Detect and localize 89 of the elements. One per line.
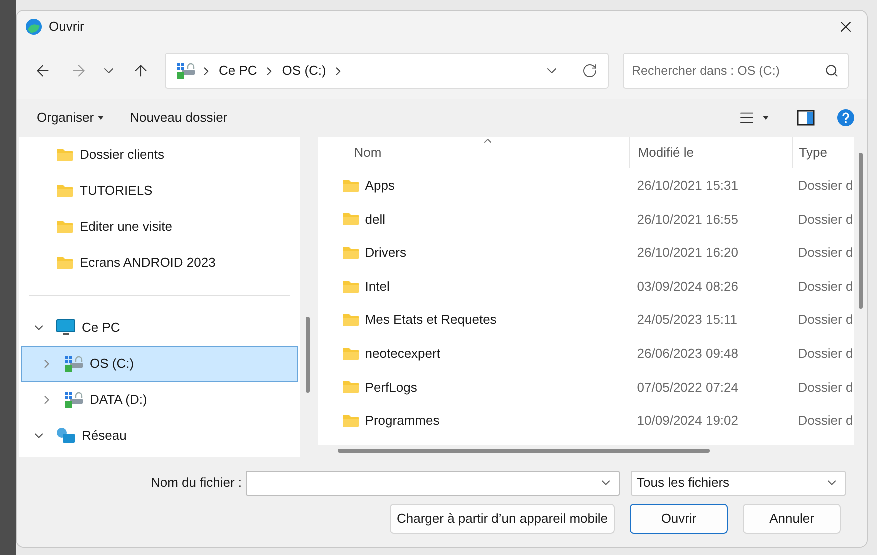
- quick-access-item[interactable]: TUTORIELS: [19, 173, 300, 209]
- network-icon: [56, 427, 76, 445]
- file-type: Dossier d: [797, 412, 854, 430]
- drive-icon: [64, 391, 84, 409]
- folder-icon: [342, 246, 360, 260]
- column-header[interactable]: Nom: [318, 137, 630, 168]
- search-icon: [825, 64, 839, 78]
- help-icon[interactable]: [837, 109, 855, 127]
- window-title: Ouvrir: [49, 18, 84, 36]
- file-type: Dossier d: [797, 210, 854, 229]
- column-header[interactable]: Modifié le: [629, 137, 792, 168]
- folder-icon: [342, 313, 360, 328]
- folder-icon: [56, 148, 74, 162]
- dialog-button[interactable]: Ouvrir: [630, 504, 728, 534]
- folder-label: Ecrans ANDROID 2023: [80, 254, 216, 272]
- filename-label: Nom du fichier :: [151, 474, 242, 492]
- modified-date: 26/10/2021 16:20: [636, 244, 740, 262]
- modified-date: 10/09/2024 19:02: [636, 412, 740, 430]
- tree-item[interactable]: OS (C:): [21, 346, 298, 382]
- file-row[interactable]: Programmes 10/09/2024 19:02 Dossier d: [318, 404, 854, 438]
- file-name: Apps: [365, 177, 395, 196]
- search-field[interactable]: Rechercher dans : OS (C:): [623, 53, 849, 89]
- file-name: neotecexpert: [365, 345, 440, 364]
- folder-icon: [56, 256, 74, 270]
- new-folder-button[interactable]: Nouveau dossier: [122, 104, 236, 132]
- folder-label: Editer une visite: [80, 218, 172, 236]
- tree-item[interactable]: DATA (D:): [21, 382, 298, 418]
- file-row[interactable]: PerfLogs 07/05/2022 07:24 Dossier d: [318, 370, 854, 404]
- folder-icon: [342, 380, 360, 394]
- folder-icon: [342, 280, 360, 294]
- file-row[interactable]: Drivers 26/10/2021 16:20 Dossier d: [318, 236, 854, 270]
- file-row[interactable]: dell 26/10/2021 16:55 Dossier d: [318, 202, 854, 236]
- address-bar[interactable]: Ce PC OS (C:): [165, 53, 609, 89]
- breadcrumb-item[interactable]: OS (C:): [280, 61, 328, 81]
- dialog-button[interactable]: Annuler: [743, 504, 842, 534]
- file-type: Dossier d: [797, 345, 854, 364]
- file-type: Dossier d: [797, 177, 854, 196]
- file-row[interactable]: neotecexpert 26/06/2023 09:48 Dossier d: [318, 336, 854, 371]
- modified-date: 26/10/2021 15:31: [636, 177, 740, 196]
- tree-item[interactable]: Ce PC: [21, 310, 298, 346]
- file-type: Dossier d: [797, 311, 854, 330]
- file-name: Drivers: [365, 244, 406, 262]
- file-name: Programmes: [365, 412, 440, 430]
- file-name: PerfLogs: [365, 378, 418, 397]
- scrollbar-thumb[interactable]: [306, 317, 310, 393]
- tree-label: OS (C:): [90, 355, 134, 374]
- folder-icon: [342, 212, 360, 226]
- quick-access-item[interactable]: Dossier clients: [19, 137, 300, 173]
- scrollbar-thumb[interactable]: [858, 153, 863, 309]
- monitor-icon: [56, 319, 76, 337]
- tree-item[interactable]: Réseau: [21, 418, 298, 454]
- folder-icon: [342, 178, 360, 193]
- folder-icon: [342, 414, 360, 428]
- folder-label: Dossier clients: [80, 146, 165, 164]
- file-name: dell: [365, 210, 386, 229]
- breadcrumb-item[interactable]: Ce PC: [217, 61, 260, 81]
- modified-date: 26/06/2023 09:48: [636, 345, 740, 364]
- file-type: Dossier d: [797, 244, 854, 262]
- tree-label: Ce PC: [82, 319, 120, 338]
- file-type: Dossier d: [797, 378, 854, 397]
- list-view-icon: [739, 110, 755, 126]
- organize-menu-button[interactable]: Organiser: [29, 104, 112, 132]
- drive-icon: [176, 62, 196, 80]
- tree-label: Réseau: [82, 427, 127, 446]
- refresh-icon[interactable]: [582, 63, 598, 79]
- folder-icon: [342, 346, 360, 361]
- app-icon: [25, 18, 43, 36]
- filename-field[interactable]: [246, 470, 620, 496]
- file-type-dropdown[interactable]: Tous les fichiers: [631, 470, 846, 496]
- file-row[interactable]: Mes Etats et Requetes 24/05/2023 15:11 Dossier d: [318, 303, 854, 337]
- modified-date: 03/09/2024 08:26: [636, 278, 740, 296]
- scrollbar-thumb[interactable]: [338, 449, 710, 453]
- quick-access-item[interactable]: Ecrans ANDROID 2023: [19, 245, 300, 281]
- folder-icon: [56, 220, 74, 234]
- file-name: Mes Etats et Requetes: [365, 311, 497, 330]
- file-type: Dossier d: [797, 278, 854, 296]
- tree-label: DATA (D:): [90, 391, 148, 410]
- preview-pane-icon[interactable]: [797, 110, 815, 126]
- file-row[interactable]: Apps 26/10/2021 15:31 Dossier d: [318, 169, 854, 203]
- folder-label: TUTORIELS: [80, 182, 153, 200]
- modified-date: 07/05/2022 07:24: [636, 378, 740, 397]
- drive-icon: [64, 355, 84, 373]
- file-row[interactable]: Intel 03/09/2024 08:26 Dossier d: [318, 270, 854, 304]
- quick-access-item[interactable]: Editer une visite: [19, 209, 300, 245]
- file-name: Intel: [365, 278, 390, 296]
- modified-date: 24/05/2023 15:11: [636, 311, 739, 330]
- dialog-button[interactable]: Charger à partir d’un appareil mobile: [390, 504, 616, 534]
- folder-icon: [56, 184, 74, 198]
- modified-date: 26/10/2021 16:55: [636, 210, 740, 229]
